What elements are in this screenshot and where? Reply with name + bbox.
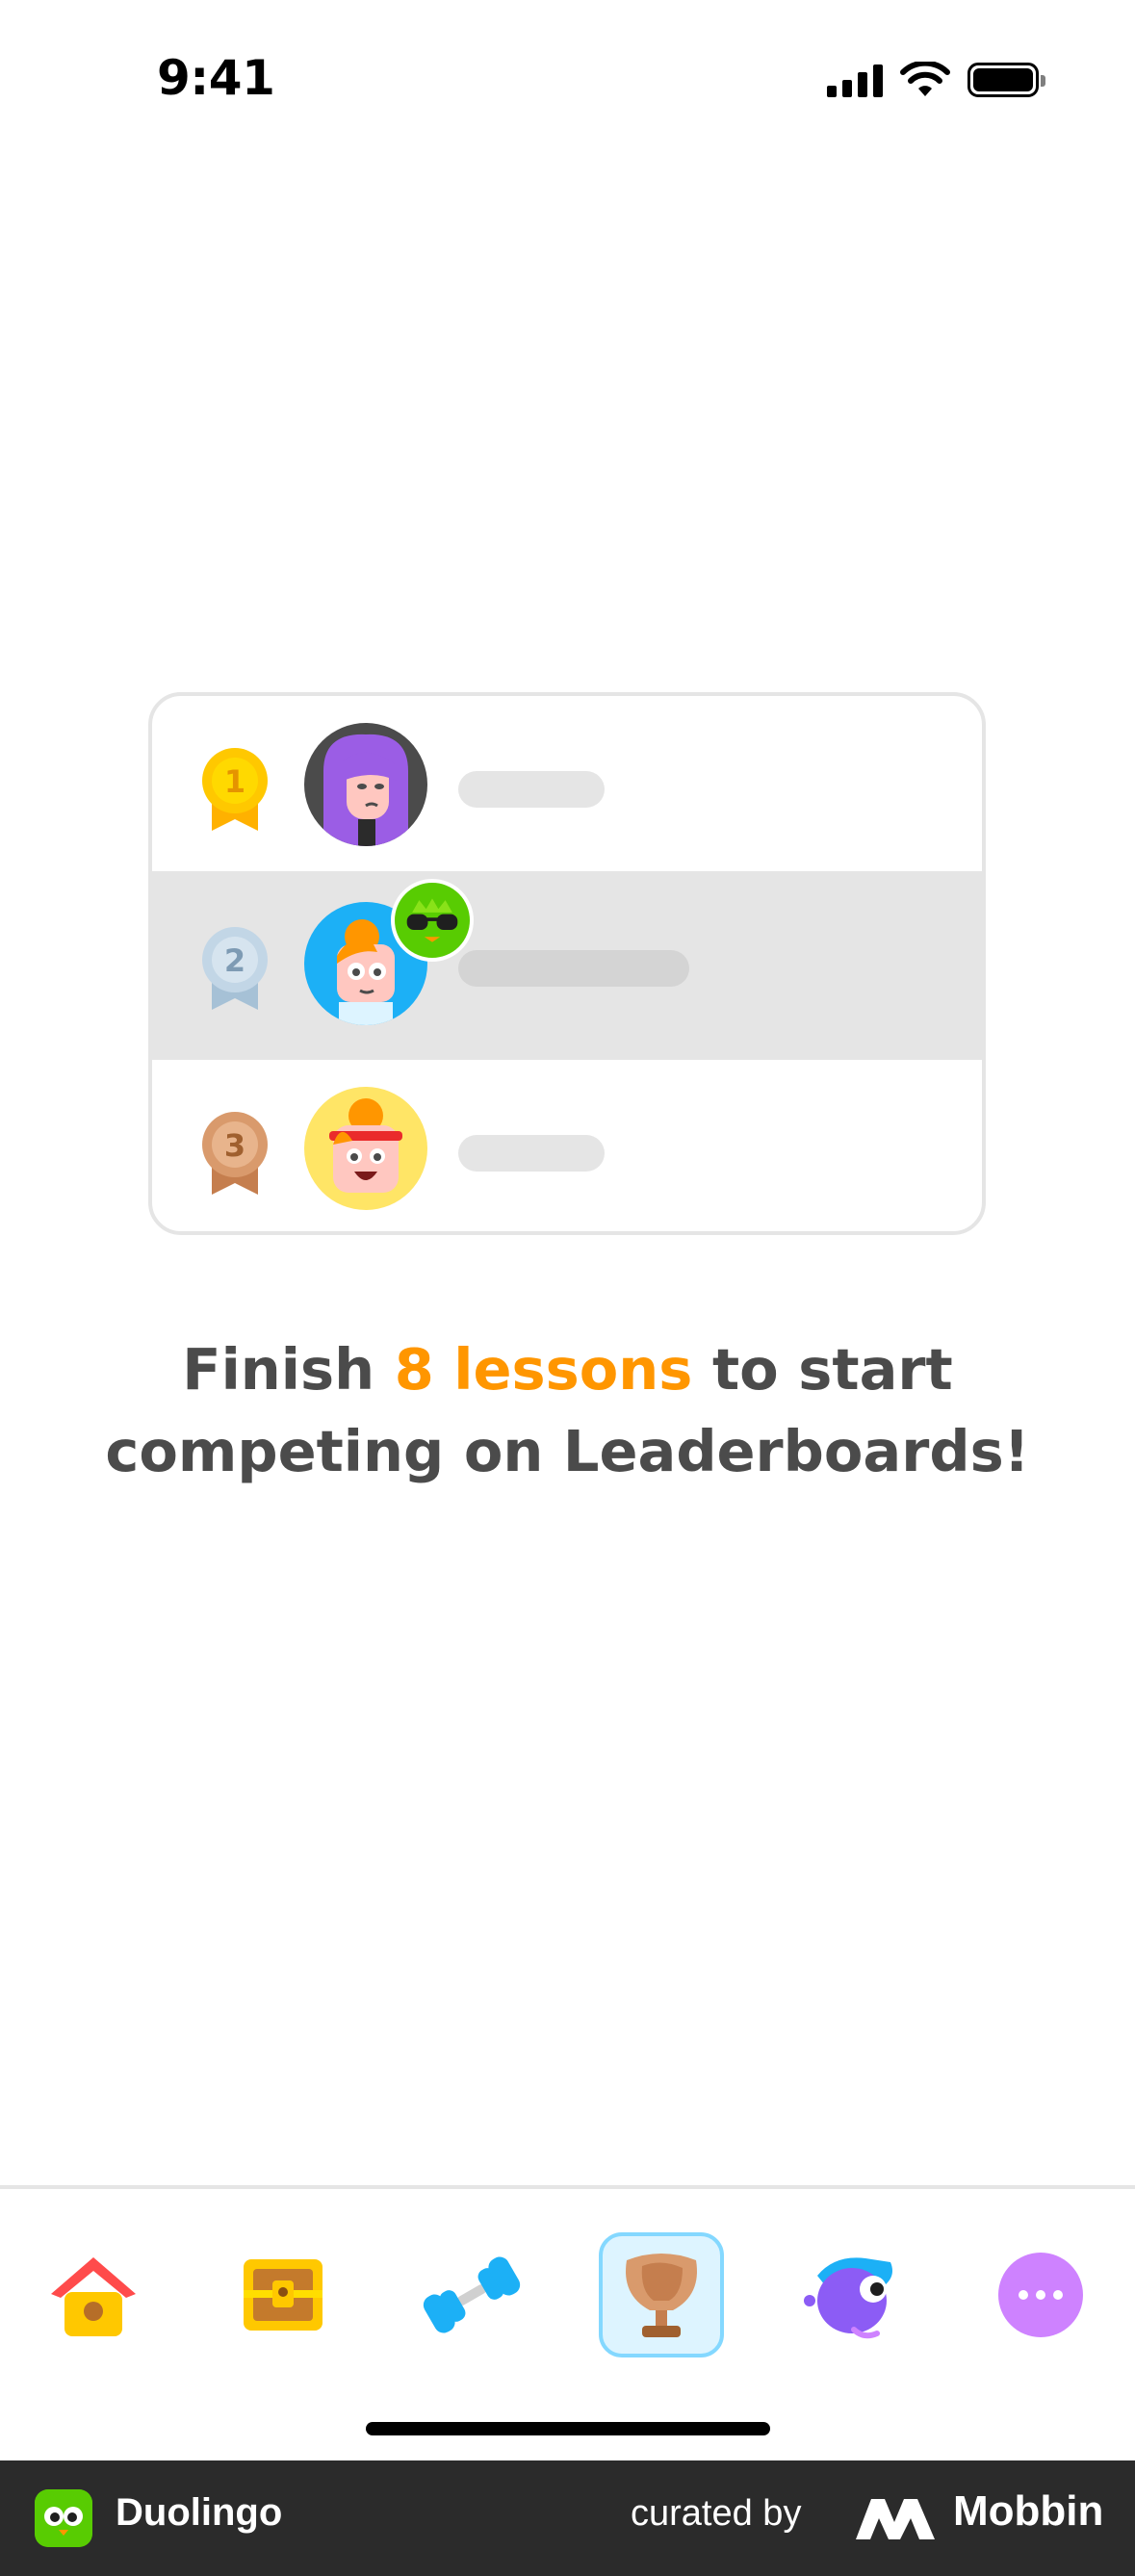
- dumbbell-icon: [423, 2256, 521, 2333]
- footer-app-name: Duolingo: [116, 2491, 283, 2534]
- avatar: [304, 1087, 427, 1210]
- duolingo-logo-icon: [35, 2489, 92, 2547]
- home-icon: [51, 2257, 136, 2336]
- tab-leaderboards[interactable]: [599, 2232, 724, 2357]
- tab-practice[interactable]: [409, 2232, 534, 2357]
- tab-quests[interactable]: [220, 2232, 346, 2357]
- name-placeholder: [458, 1135, 605, 1172]
- name-placeholder: [458, 771, 605, 808]
- status-time: 9:41: [157, 50, 275, 106]
- footer-brand: Mobbin: [953, 2487, 1104, 2535]
- battery-icon: [967, 63, 1045, 97]
- status-bar: 9:41: [0, 0, 1135, 168]
- leaderboard-preview-card: 1 2 3: [148, 692, 986, 1235]
- tab-characters[interactable]: [787, 2232, 913, 2357]
- status-icons: [827, 62, 1045, 98]
- message-prefix: Finish: [182, 1336, 395, 1403]
- tab-more[interactable]: [978, 2232, 1103, 2357]
- treasure-chest-icon: [244, 2259, 322, 2331]
- footer-bar: Duolingo curated by Mobbin: [0, 2460, 1135, 2576]
- svg-text:1: 1: [224, 763, 245, 800]
- tab-home[interactable]: [31, 2232, 156, 2357]
- wifi-icon: [900, 62, 950, 96]
- trophy-icon: [626, 2254, 697, 2337]
- home-indicator: [366, 2422, 770, 2435]
- name-placeholder: [458, 950, 689, 987]
- unlock-leaderboards-message: Finish 8 lessons to start competing on L…: [58, 1328, 1077, 1492]
- avatar: [304, 723, 427, 846]
- bronze-medal-icon: 3: [202, 1112, 268, 1195]
- svg-text:3: 3: [224, 1127, 245, 1164]
- mobbin-logo-icon: [856, 2499, 935, 2539]
- cellular-signal-icon: [827, 63, 883, 97]
- bird-character-icon: [804, 2257, 892, 2339]
- more-icon: [998, 2253, 1083, 2337]
- svg-text:2: 2: [224, 942, 245, 979]
- leaderboard-row-2: 2: [152, 875, 982, 1056]
- leaderboard-row-1: 1: [152, 696, 982, 875]
- lessons-highlight: 8 lessons: [394, 1336, 693, 1403]
- footer-curated-by: curated by: [631, 2493, 802, 2534]
- leaderboard-row-3: 3: [152, 1056, 982, 1231]
- silver-medal-icon: 2: [202, 927, 268, 1010]
- cool-owl-badge-icon: [391, 879, 474, 962]
- gold-medal-icon: 1: [202, 748, 268, 831]
